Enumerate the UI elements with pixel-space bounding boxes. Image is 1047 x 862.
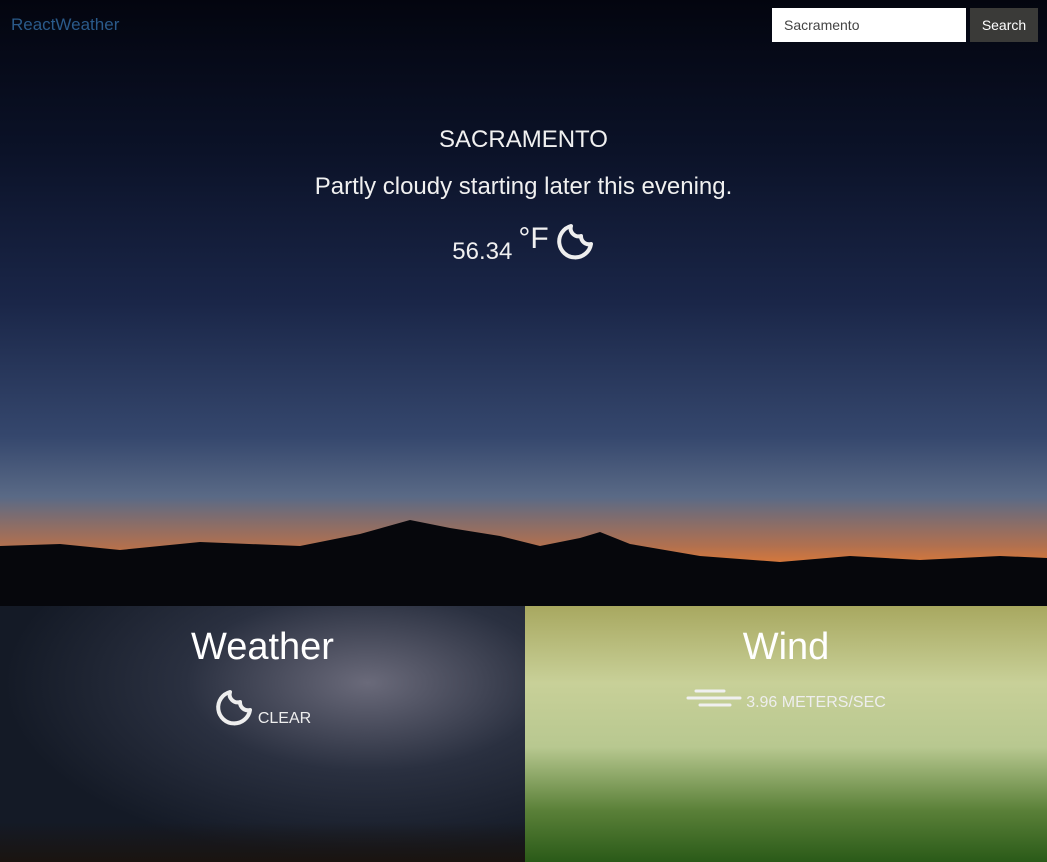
moon-icon [216, 690, 252, 726]
weather-summary: Partly cloudy starting later this evenin… [314, 173, 733, 200]
hero-section: ReactWeather Search SACRAMENTO Partly cl… [0, 0, 1047, 606]
temperature-display: 56.34 °F [0, 222, 1047, 265]
wind-speed-text: 3.96 METERS/SEC [746, 694, 886, 711]
weather-panel: Weather CLEAR [0, 606, 525, 862]
temperature-unit: °F [518, 222, 549, 255]
weather-panel-title: Weather [191, 626, 334, 668]
wind-speed: 3.96 METERS/SEC [525, 688, 1047, 712]
wind-panel-title: Wind [742, 626, 830, 668]
brand-link[interactable]: ReactWeather [11, 15, 119, 35]
city-search-input[interactable] [772, 8, 966, 42]
wind-panel: Wind 3.96 METERS/SEC [525, 606, 1047, 862]
wind-icon [686, 689, 742, 707]
weather-condition: CLEAR [0, 688, 525, 728]
moon-icon [556, 224, 593, 260]
temperature-value: 56.34 [452, 238, 513, 265]
weather-condition-text: CLEAR [257, 710, 312, 727]
city-name: SACRAMENTO [439, 126, 608, 153]
search-button[interactable]: Search [970, 8, 1038, 42]
mountain-silhouette [0, 520, 1047, 606]
